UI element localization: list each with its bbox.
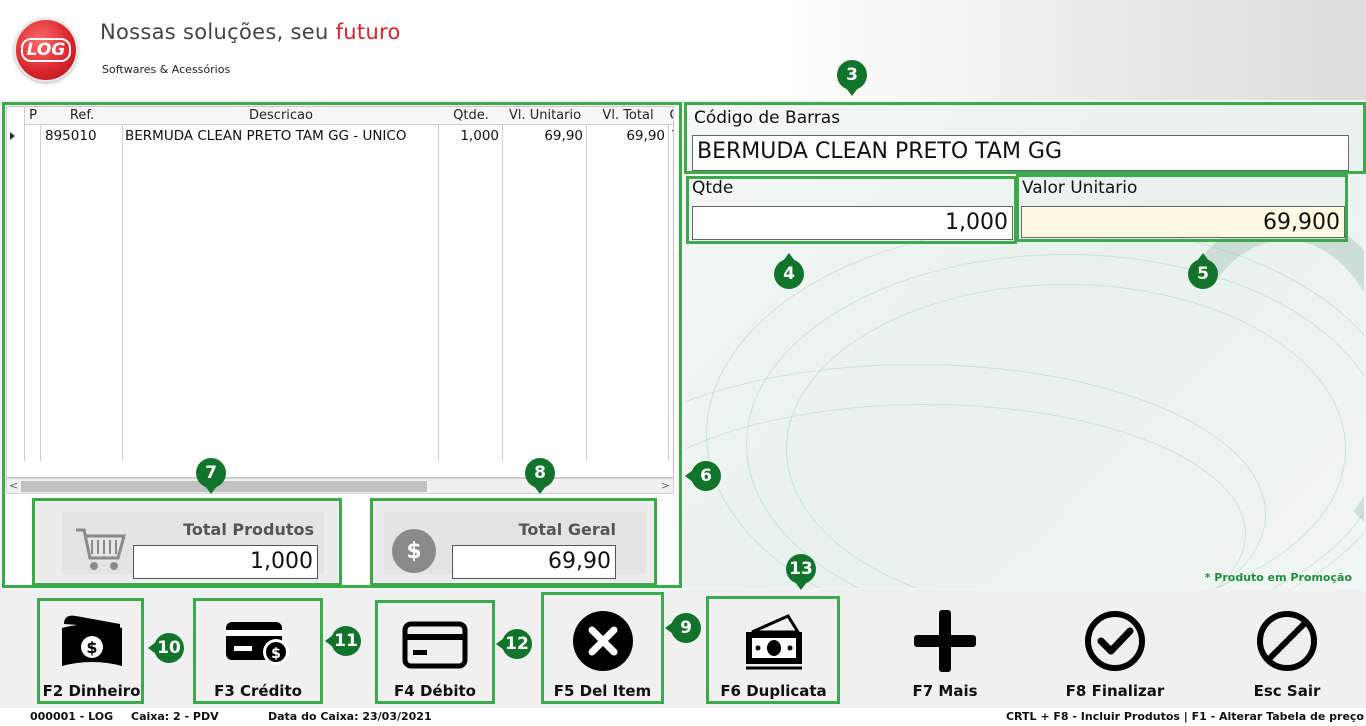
sair-label: Esc Sair — [1253, 682, 1321, 700]
annotation-badge-12: 12 — [496, 629, 532, 659]
logo-text: LOG — [20, 38, 72, 62]
annotation-box-10 — [37, 598, 144, 704]
annotation-box-9 — [541, 592, 664, 704]
annotation-badge-11: 11 — [325, 626, 361, 656]
header-slogan: Nossas soluções, seu futuro — [100, 20, 401, 44]
annotation-badge-4: 4 — [774, 253, 804, 289]
annotation-badge-6: 6 — [685, 461, 721, 491]
check-circle-icon — [1085, 611, 1145, 671]
annotation-badge-7: 7 — [196, 458, 226, 494]
mais-button[interactable]: F7 Mais — [880, 598, 1010, 702]
annotation-box-7 — [32, 498, 342, 586]
annotation-badge-5: 5 — [1188, 253, 1218, 289]
status-shortcuts: CRTL + F8 - Incluir Produtos | F1 - Alte… — [1005, 710, 1364, 723]
annotation-box-5 — [1016, 174, 1348, 242]
status-data-caixa: Data do Caixa: 23/03/2021 — [268, 710, 432, 723]
sair-button[interactable]: Esc Sair — [1222, 598, 1352, 702]
annotation-badge-8: 8 — [525, 458, 555, 494]
header-subtitle: Softwares & Acessórios — [102, 63, 231, 76]
plus-icon — [914, 610, 976, 672]
promo-note: * Produto em Promoção — [1204, 571, 1352, 584]
status-caixa: Caixa: 2 - PDV — [131, 710, 219, 723]
company-logo: LOG — [14, 18, 78, 82]
annotation-badge-9: 9 — [665, 613, 701, 643]
annotation-box-11 — [193, 598, 323, 704]
annotation-badge-3: 3 — [837, 60, 867, 96]
finalizar-button[interactable]: F8 Finalizar — [1050, 598, 1180, 702]
annotation-box-3 — [684, 102, 1366, 174]
status-terminal: 000001 - LOG — [30, 710, 114, 723]
annotation-badge-13: 13 — [786, 554, 816, 590]
annotation-box-4 — [686, 176, 1017, 244]
annotation-box-12 — [375, 600, 495, 704]
cancel-icon — [1257, 611, 1317, 671]
annotation-box-8 — [370, 498, 657, 586]
header: LOG Nossas soluções, seu futuro Software… — [0, 0, 1366, 100]
annotation-badge-10: 10 — [148, 633, 184, 663]
mais-label: F7 Mais — [912, 682, 978, 700]
finalizar-label: F8 Finalizar — [1065, 682, 1165, 700]
status-bar: 000001 - LOG Caixa: 2 - PDV Data do Caix… — [0, 708, 1366, 726]
annotation-box-13 — [706, 596, 840, 704]
